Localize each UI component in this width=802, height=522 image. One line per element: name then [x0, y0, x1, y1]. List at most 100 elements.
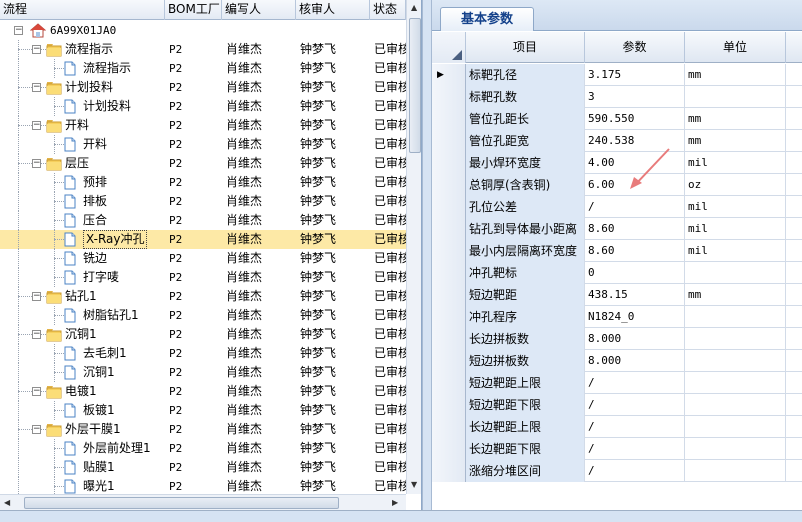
tree-item-row[interactable]: 树脂钻孔1 P2 肖维杰 钟梦飞 已审核	[0, 306, 406, 325]
param-unit-cell[interactable]: mil	[685, 218, 786, 240]
param-unit-cell[interactable]	[685, 262, 786, 284]
tree-item-row[interactable]: 外层前处理1 P2 肖维杰 钟梦飞 已审核	[0, 439, 406, 458]
col-header-status[interactable]: 状态	[370, 0, 406, 20]
param-row[interactable]: 长边靶距下限 /	[432, 438, 802, 460]
param-unit-cell[interactable]	[685, 438, 786, 460]
row-header[interactable]	[432, 416, 466, 438]
param-row[interactable]: 涨缩分堆区间 /	[432, 460, 802, 482]
param-unit-cell[interactable]	[685, 328, 786, 350]
tree-folder-row[interactable]: − 沉铜1 P2 肖维杰 钟梦飞 已审核	[0, 325, 406, 344]
param-row[interactable]: 冲孔靶标 0	[432, 262, 802, 284]
row-header[interactable]	[432, 394, 466, 416]
tree-folder-row[interactable]: − 外层干膜1 P2 肖维杰 钟梦飞 已审核	[0, 420, 406, 439]
scroll-left-icon[interactable]: ◀	[4, 498, 10, 507]
row-header[interactable]	[432, 284, 466, 306]
param-unit-cell[interactable]	[685, 416, 786, 438]
row-header[interactable]	[432, 218, 466, 240]
row-header[interactable]	[432, 438, 466, 460]
tree-item-row[interactable]: 贴膜1 P2 肖维杰 钟梦飞 已审核	[0, 458, 406, 477]
tree-item-row[interactable]: 板镀1 P2 肖维杰 钟梦飞 已审核	[0, 401, 406, 420]
param-row[interactable]: 标靶孔数 3	[432, 86, 802, 108]
scroll-down-icon[interactable]: ▼	[411, 480, 417, 489]
param-value-cell[interactable]: /	[585, 438, 685, 460]
row-header[interactable]	[432, 108, 466, 130]
param-value-cell[interactable]: 8.60	[585, 218, 685, 240]
row-header[interactable]	[432, 86, 466, 108]
param-value-cell[interactable]: N1824_0	[585, 306, 685, 328]
panel-splitter[interactable]	[422, 0, 432, 510]
tree-root-row[interactable]: − 6A99X01JA0	[0, 21, 406, 40]
param-value-cell[interactable]: 8.000	[585, 350, 685, 372]
param-unit-cell[interactable]: mm	[685, 284, 786, 306]
tree-item-row[interactable]: 铣边 P2 肖维杰 钟梦飞 已审核	[0, 249, 406, 268]
tree-item-row[interactable]: 开料 P2 肖维杰 钟梦飞 已审核	[0, 135, 406, 154]
tree-item-row[interactable]: 预排 P2 肖维杰 钟梦飞 已审核	[0, 173, 406, 192]
row-header[interactable]	[432, 372, 466, 394]
row-header[interactable]	[432, 350, 466, 372]
row-header[interactable]	[432, 240, 466, 262]
scroll-up-icon[interactable]: ▲	[411, 3, 417, 12]
row-header[interactable]	[432, 196, 466, 218]
tree-vertical-scrollbar[interactable]: ▲ ▼	[406, 0, 421, 494]
row-header[interactable]	[432, 460, 466, 482]
col-header-bom-factory[interactable]: BOM工厂	[165, 0, 222, 20]
row-header[interactable]	[432, 130, 466, 152]
collapse-icon[interactable]: −	[32, 387, 41, 396]
param-value-cell[interactable]: /	[585, 372, 685, 394]
collapse-icon[interactable]: −	[32, 330, 41, 339]
col-header-author[interactable]: 编写人	[222, 0, 296, 20]
param-unit-cell[interactable]: mil	[685, 196, 786, 218]
param-row[interactable]: 孔位公差 / mil	[432, 196, 802, 218]
tab-basic-params[interactable]: 基本参数	[440, 7, 534, 31]
row-header[interactable]: ▶	[432, 64, 466, 86]
param-row[interactable]: 短边靶距下限 /	[432, 394, 802, 416]
param-value-cell[interactable]: /	[585, 460, 685, 482]
tree-horizontal-scrollbar[interactable]: ◀ ▶	[0, 494, 406, 510]
row-header[interactable]	[432, 262, 466, 284]
param-value-cell[interactable]: /	[585, 196, 685, 218]
param-unit-cell[interactable]: mm	[685, 108, 786, 130]
col-header-reviewer[interactable]: 核审人	[296, 0, 370, 20]
param-value-cell[interactable]: 438.15	[585, 284, 685, 306]
tree-item-row[interactable]: 压合 P2 肖维杰 钟梦飞 已审核	[0, 211, 406, 230]
param-unit-cell[interactable]	[685, 460, 786, 482]
grid-corner[interactable]	[432, 32, 466, 63]
param-row[interactable]: 冲孔程序 N1824_0	[432, 306, 802, 328]
param-row[interactable]: 短边靶距 438.15 mm	[432, 284, 802, 306]
param-unit-cell[interactable]: mm	[685, 64, 786, 86]
param-unit-cell[interactable]	[685, 350, 786, 372]
param-unit-cell[interactable]	[685, 306, 786, 328]
param-value-cell[interactable]: 590.550	[585, 108, 685, 130]
col-header-unit[interactable]: 单位	[685, 32, 786, 63]
row-header[interactable]	[432, 152, 466, 174]
tree-folder-row[interactable]: − 电镀1 P2 肖维杰 钟梦飞 已审核	[0, 382, 406, 401]
param-value-cell[interactable]: /	[585, 416, 685, 438]
col-header-param[interactable]: 参数	[585, 32, 685, 63]
param-value-cell[interactable]: 3	[585, 86, 685, 108]
param-row[interactable]: 管位孔距长 590.550 mm	[432, 108, 802, 130]
tree-item-row[interactable]: 排板 P2 肖维杰 钟梦飞 已审核	[0, 192, 406, 211]
tree-folder-row[interactable]: − 流程指示 P2 肖维杰 钟梦飞 已审核	[0, 40, 406, 59]
param-unit-cell[interactable]: oz	[685, 174, 786, 196]
param-unit-cell[interactable]	[685, 86, 786, 108]
collapse-icon[interactable]: −	[32, 45, 41, 54]
param-value-cell[interactable]: /	[585, 394, 685, 416]
param-row[interactable]: 钻孔到导体最小距离 8.60 mil	[432, 218, 802, 240]
collapse-icon[interactable]: −	[32, 83, 41, 92]
param-unit-cell[interactable]: mil	[685, 152, 786, 174]
param-unit-cell[interactable]	[685, 372, 786, 394]
param-row[interactable]: 短边拼板数 8.000	[432, 350, 802, 372]
tree-vscroll-thumb[interactable]	[409, 18, 421, 153]
tree-folder-row[interactable]: − 开料 P2 肖维杰 钟梦飞 已审核	[0, 116, 406, 135]
param-row[interactable]: ▶ 标靶孔径 3.175 mm	[432, 64, 802, 86]
param-value-cell[interactable]: 3.175	[585, 64, 685, 86]
param-row[interactable]: 最小焊环宽度 4.00 mil	[432, 152, 802, 174]
collapse-icon[interactable]: −	[32, 425, 41, 434]
collapse-icon[interactable]: −	[32, 159, 41, 168]
param-unit-cell[interactable]	[685, 394, 786, 416]
tree-folder-row[interactable]: − 计划投料 P2 肖维杰 钟梦飞 已审核	[0, 78, 406, 97]
param-row[interactable]: 管位孔距宽 240.538 mm	[432, 130, 802, 152]
param-value-cell[interactable]: 0	[585, 262, 685, 284]
row-header[interactable]	[432, 306, 466, 328]
tree-item-row[interactable]: 打字唛 P2 肖维杰 钟梦飞 已审核	[0, 268, 406, 287]
